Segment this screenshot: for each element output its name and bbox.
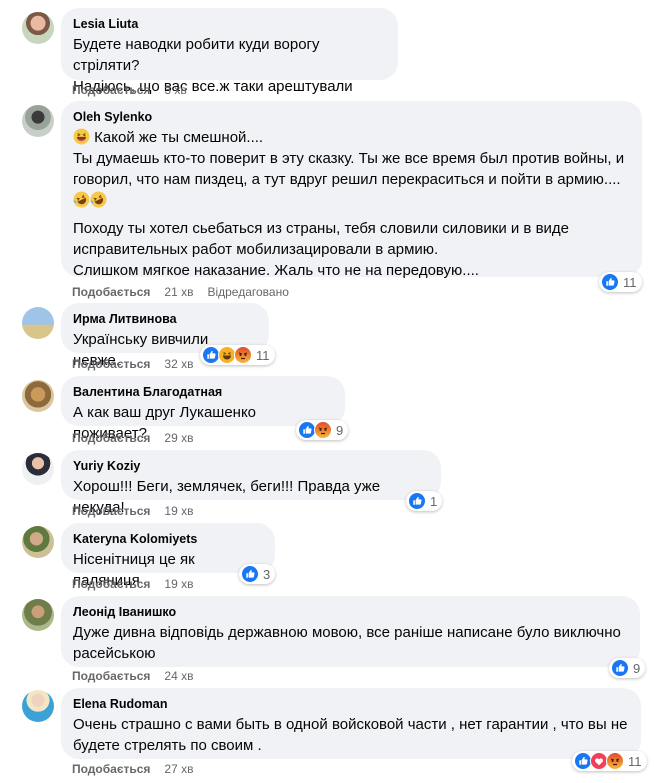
comment-author[interactable]: Kateryna Kolomiyets [73, 531, 263, 547]
reactions-summary[interactable]: 11 [200, 345, 275, 365]
reaction-count: 11 [628, 753, 642, 769]
comment-line: Будете наводки робити куди ворогу стріля… [73, 36, 320, 74]
like-reaction-icon [601, 273, 619, 291]
comment-actions: Подобається 24 хв [72, 668, 193, 684]
angry-reaction-icon [234, 346, 252, 364]
comment-time[interactable]: 21 хв [164, 285, 193, 299]
comment-time[interactable]: 3 хв [164, 83, 186, 97]
comment-bubble: Yuriy Koziy Хорош!!! Беги, землячек, бег… [61, 450, 441, 516]
reactions-summary[interactable]: 11 [572, 751, 647, 771]
avatar[interactable] [22, 380, 54, 412]
reaction-count: 3 [263, 566, 271, 582]
avatar[interactable] [22, 453, 54, 485]
like-reaction-icon [408, 492, 426, 510]
comment-author[interactable]: Yuriy Koziy [73, 458, 429, 474]
reaction-count: 9 [336, 422, 344, 438]
comment-text: Дуже дивна відповідь державною мовою, вс… [73, 622, 628, 664]
edited-label: Відредаговано [207, 285, 289, 299]
avatar[interactable] [22, 526, 54, 558]
comment-emoji-line [73, 190, 630, 211]
comment-time[interactable]: 24 хв [164, 669, 193, 683]
comment-author[interactable]: Ирма Литвинова [73, 311, 257, 327]
comment-bubble: Elena Rudoman Очень страшно с вами быть … [61, 688, 641, 759]
comment-line: Какой же ты смешной.... [73, 127, 630, 148]
like-button[interactable]: Подобається [72, 285, 150, 299]
comment-time[interactable]: 27 хв [164, 762, 193, 776]
like-button[interactable]: Подобається [72, 669, 150, 683]
angry-reaction-icon [606, 752, 624, 770]
comment-time[interactable]: 19 хв [164, 577, 193, 591]
comment-bubble: Lesia Liuta Будете наводки робити куди в… [61, 8, 398, 95]
comment-time[interactable]: 29 хв [164, 431, 193, 445]
reactions-summary[interactable]: 11 [599, 272, 642, 292]
reactions-summary[interactable]: 9 [609, 658, 646, 678]
reaction-count: 9 [633, 660, 641, 676]
comment-actions: Подобається 21 хв Відредаговано [72, 284, 289, 300]
like-reaction-icon [241, 565, 259, 583]
comment-author[interactable]: Леонід Іванишко [73, 604, 628, 620]
comment-author[interactable]: Oleh Sylenko [73, 109, 630, 125]
comment-line: Дуже дивна відповідь державною мовою, вс… [73, 624, 621, 641]
comment-actions: Подобається 29 хв [72, 430, 193, 446]
avatar[interactable] [22, 105, 54, 137]
comment-author[interactable]: Валентина Благодатная [73, 384, 333, 400]
avatar[interactable] [22, 307, 54, 339]
like-button[interactable]: Подобається [72, 762, 150, 776]
rofl-emoji-icon [90, 191, 107, 208]
like-button[interactable]: Подобається [72, 504, 150, 518]
reaction-count: 11 [256, 347, 270, 363]
comment-line: исправительных работ мобилизацировали в … [73, 241, 439, 258]
avatar[interactable] [22, 690, 54, 722]
comment-actions: Подобається 3 хв [72, 82, 187, 98]
comment-text: Какой же ты смешной.... Ты думаешь кто-т… [73, 127, 630, 281]
comment-line: расейською [73, 645, 156, 662]
comment-line-text: Какой же ты смешной.... [94, 129, 264, 146]
like-button[interactable]: Подобається [72, 357, 150, 371]
comment-line: говорил, что нам пиздец, а тут вдруг реш… [73, 171, 621, 188]
comment-author[interactable]: Elena Rudoman [73, 696, 629, 712]
comment-actions: Подобається 19 хв [72, 503, 193, 519]
comment-line: будете стрелять по своим . [73, 737, 262, 754]
comment-bubble: Oleh Sylenko Какой же ты смешной.... Ты … [61, 101, 642, 279]
comment-time[interactable]: 32 хв [164, 357, 193, 371]
comment-text: Очень страшно с вами быть в одной войско… [73, 714, 629, 756]
like-button[interactable]: Подобається [72, 577, 150, 591]
reactions-summary[interactable]: 3 [239, 564, 276, 584]
avatar[interactable] [22, 12, 54, 44]
comment-time[interactable]: 19 хв [164, 504, 193, 518]
comment-author[interactable]: Lesia Liuta [73, 16, 386, 32]
comment-line: Походу ты хотел сьебаться из страны, теб… [73, 220, 570, 237]
comment-line: Очень страшно с вами быть в одной войско… [73, 716, 628, 733]
rofl-emoji-icon [73, 191, 90, 208]
reaction-count: 11 [623, 274, 637, 290]
reaction-count: 1 [430, 493, 438, 509]
comment-line: Ты думаешь кто-то поверит в эту сказку. … [73, 150, 625, 167]
comment-line: Слишком мягкое наказание. Жаль что не на… [73, 262, 479, 279]
like-button[interactable]: Подобається [72, 431, 150, 445]
reactions-summary[interactable]: 1 [406, 491, 443, 511]
comment-bubble: Леонід Іванишко Дуже дивна відповідь дер… [61, 596, 640, 667]
like-button[interactable]: Подобається [72, 83, 150, 97]
reactions-summary[interactable]: 9 [296, 420, 349, 440]
comment-actions: Подобається 32 хв [72, 356, 193, 372]
comment-actions: Подобається 19 хв [72, 576, 193, 592]
avatar[interactable] [22, 599, 54, 631]
comment-bubble: Валентина Благодатная А как ваш друг Лук… [61, 376, 345, 442]
laughing-emoji-icon [73, 128, 90, 145]
like-reaction-icon [611, 659, 629, 677]
angry-reaction-icon [314, 421, 332, 439]
comment-actions: Подобається 27 хв [72, 761, 193, 777]
